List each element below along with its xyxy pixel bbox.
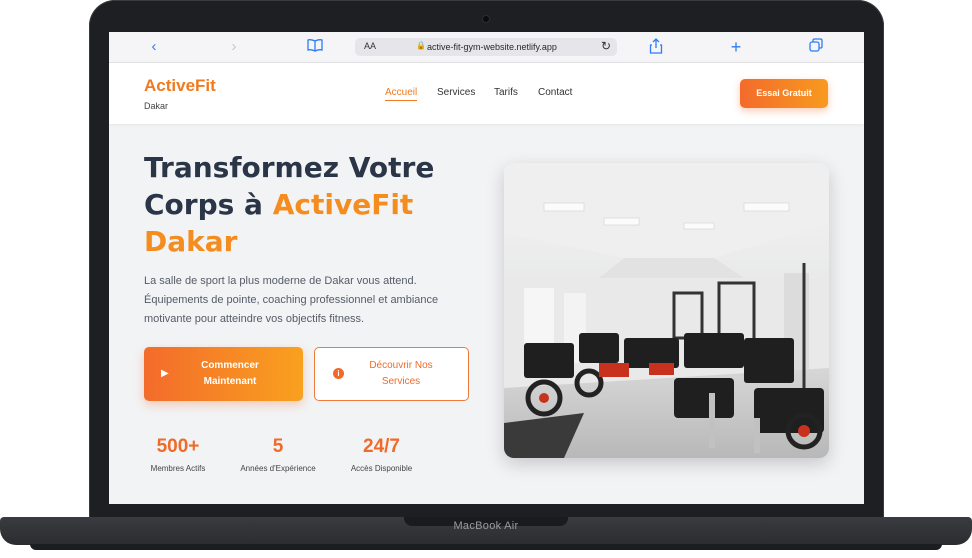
nav-link-tarifs[interactable]: Tarifs [494,87,518,98]
camera-icon [483,16,489,22]
free-trial-button[interactable]: Essai Gratuit [740,79,828,108]
device-label: MacBook Air [453,520,519,532]
nav-link-services[interactable]: Services [437,87,475,98]
info-icon: i [333,368,344,379]
tabs-icon[interactable] [807,38,825,56]
stat-label: Années d'Expérience [240,464,316,473]
text-size-button[interactable]: AA [364,41,376,51]
laptop-bottom [30,544,942,550]
stat-value: 24/7 [363,436,400,457]
share-icon[interactable] [647,38,665,56]
discover-services-button[interactable]: i Découvrir Nos Services [314,347,469,401]
site-logo-subtitle: Dakar [144,101,169,111]
start-now-label: Commencer Maintenant [201,360,259,387]
book-icon[interactable] [306,38,324,56]
stat-label: Accès Disponible [350,464,413,473]
reload-icon[interactable]: ↻ [601,39,611,53]
stat-value: 500+ [156,436,200,457]
start-now-button[interactable]: ▶ Commencer Maintenant [144,347,303,401]
discover-services-label: Découvrir Nos Services [369,360,433,387]
screen: ‹ › AA 🔒 active-fit-gym-website.netlify.… [109,32,864,504]
nav-link-accueil[interactable]: Accueil [385,87,418,101]
stat-label: Membres Actifs [150,464,206,473]
hero-title-line2: Corps à [144,188,263,221]
stat-access: 24/7 Accès Disponible [339,436,424,473]
play-icon: ▶ [161,368,169,379]
hero-title: Transformez Votre Corps à ActiveFit Daka… [144,149,464,260]
forward-icon[interactable]: › [225,38,243,56]
browser-toolbar: ‹ › AA 🔒 active-fit-gym-website.netlify.… [109,32,864,63]
back-icon[interactable]: ‹ [145,38,163,56]
plus-icon[interactable]: + [727,38,745,56]
stat-years: 5 Années d'Expérience [230,436,326,473]
stat-value: 5 [272,436,284,457]
gym-photo [504,163,829,458]
nav-link-contact[interactable]: Contact [538,87,572,98]
hero-title-line1: Transformez Votre [144,151,435,184]
lock-icon: 🔒 [416,41,426,50]
hero-description: La salle de sport la plus moderne de Dak… [144,275,439,325]
stat-members: 500+ Membres Actifs [139,436,217,473]
url-text: active-fit-gym-website.netlify.app [427,42,557,52]
site-logo[interactable]: ActiveFit [144,76,216,96]
address-bar[interactable]: AA 🔒 active-fit-gym-website.netlify.app … [355,38,617,56]
